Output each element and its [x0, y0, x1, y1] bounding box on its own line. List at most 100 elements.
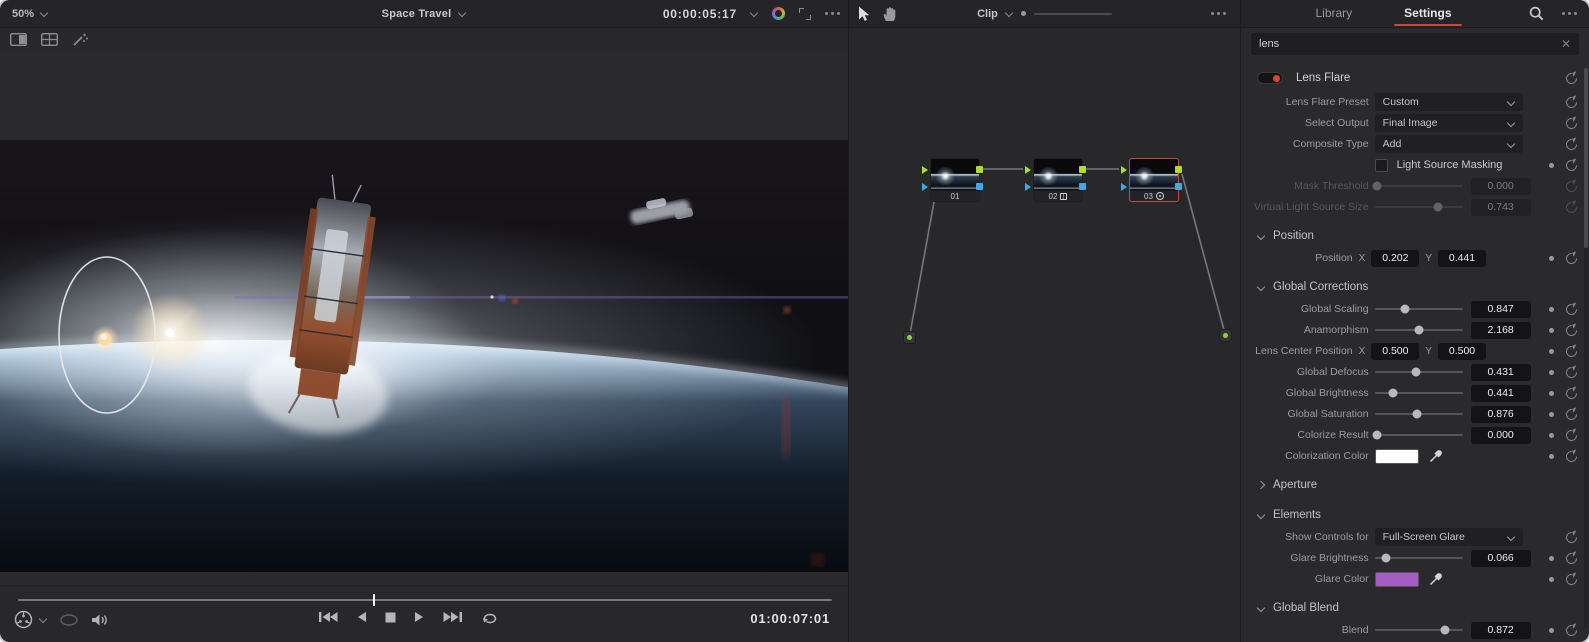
colorize-result-slider[interactable]: [1375, 428, 1463, 442]
reset-icon[interactable]: [1564, 199, 1580, 215]
inspector-options-menu[interactable]: [1562, 12, 1577, 15]
node-editor-options-menu[interactable]: [1211, 12, 1226, 15]
reset-icon[interactable]: [1564, 301, 1580, 317]
grid-view-icon[interactable]: [41, 33, 58, 46]
aux-port-icon[interactable]: [1175, 183, 1182, 190]
section-aperture[interactable]: Aperture: [1241, 474, 1589, 496]
reset-tool-icon[interactable]: [1564, 70, 1580, 86]
tab-library[interactable]: Library: [1311, 0, 1356, 27]
speaker-icon[interactable]: [91, 613, 108, 627]
loop-button[interactable]: [481, 610, 498, 624]
mask-port-icon[interactable]: [922, 183, 928, 191]
section-elements[interactable]: Elements: [1241, 504, 1589, 526]
timeline-scrubber[interactable]: [18, 599, 832, 601]
step-back-button[interactable]: [356, 611, 367, 623]
go-to-end-button[interactable]: [443, 611, 463, 623]
reset-icon[interactable]: [1564, 178, 1580, 194]
reset-icon[interactable]: [1564, 136, 1580, 152]
aux-port-icon[interactable]: [976, 183, 983, 190]
reset-icon[interactable]: [1564, 622, 1580, 638]
reset-icon[interactable]: [1564, 322, 1580, 338]
play-button[interactable]: [414, 611, 425, 623]
blend-slider[interactable]: [1375, 623, 1463, 637]
input-port-icon[interactable]: [1121, 166, 1127, 174]
reset-icon[interactable]: [1564, 157, 1580, 173]
keyframe-dot[interactable]: [1549, 328, 1554, 333]
lens-center-x-value[interactable]: 0.500: [1371, 343, 1419, 360]
virtual-light-source-size-value[interactable]: 0.743: [1471, 199, 1531, 216]
reset-icon[interactable]: [1564, 427, 1580, 443]
keyframe-dot[interactable]: [1549, 163, 1554, 168]
input-port-icon[interactable]: [922, 166, 928, 174]
global-scaling-value[interactable]: 0.847: [1471, 301, 1531, 318]
playhead[interactable]: [373, 594, 375, 606]
global-saturation-slider[interactable]: [1375, 407, 1463, 421]
tool-enable-toggle[interactable]: [1257, 72, 1283, 84]
preset-dropdown[interactable]: Custom: [1375, 93, 1523, 111]
split-view-icon[interactable]: [10, 33, 27, 46]
global-defocus-slider[interactable]: [1375, 365, 1463, 379]
reset-icon[interactable]: [1564, 550, 1580, 566]
color-wheel-icon[interactable]: [772, 7, 785, 20]
camera-lens-icon[interactable]: [14, 610, 33, 629]
section-global-corrections[interactable]: Global Corrections: [1241, 276, 1589, 298]
current-timecode[interactable]: 00:00:05:17: [663, 7, 737, 21]
reset-icon[interactable]: [1564, 529, 1580, 545]
viewer-options-menu[interactable]: [825, 12, 840, 15]
keyframe-dot[interactable]: [1549, 307, 1554, 312]
mask-port-icon[interactable]: [1025, 183, 1031, 191]
mask-port-icon[interactable]: [1121, 183, 1127, 191]
reset-icon[interactable]: [1564, 571, 1580, 587]
mask-threshold-slider[interactable]: [1375, 179, 1463, 193]
keyframe-dot[interactable]: [1549, 628, 1554, 633]
position-x-value[interactable]: 0.202: [1371, 250, 1419, 267]
global-brightness-value[interactable]: 0.441: [1471, 385, 1531, 402]
chevron-down-icon[interactable]: [751, 10, 758, 17]
node-01[interactable]: 01: [930, 158, 980, 202]
glare-color-swatch[interactable]: [1375, 572, 1419, 587]
input-port-icon[interactable]: [1025, 166, 1031, 174]
stop-button[interactable]: [385, 612, 396, 623]
global-brightness-slider[interactable]: [1375, 386, 1463, 400]
keyframe-dot[interactable]: [1549, 256, 1554, 261]
search-input[interactable]: lens ✕: [1251, 33, 1579, 55]
keyframe-dot[interactable]: [1549, 370, 1554, 375]
clear-search-icon[interactable]: ✕: [1561, 37, 1571, 51]
mask-threshold-value[interactable]: 0.000: [1471, 178, 1531, 195]
keyframe-dot[interactable]: [1549, 454, 1554, 459]
reset-icon[interactable]: [1564, 385, 1580, 401]
node-03-selected[interactable]: 03: [1129, 158, 1179, 202]
keyframe-dot[interactable]: [1549, 391, 1554, 396]
magic-wand-icon[interactable]: [72, 32, 89, 47]
node-02[interactable]: 02: [1033, 158, 1083, 202]
virtual-light-source-size-slider[interactable]: [1375, 200, 1463, 214]
keyframe-dot[interactable]: [1549, 349, 1554, 354]
reset-icon[interactable]: [1564, 94, 1580, 110]
reset-icon[interactable]: [1564, 406, 1580, 422]
section-global-blend[interactable]: Global Blend: [1241, 597, 1589, 619]
select-output-dropdown[interactable]: Final Image: [1375, 114, 1523, 132]
show-controls-for-dropdown[interactable]: Full-Screen Glare: [1375, 528, 1523, 546]
reset-icon[interactable]: [1564, 364, 1580, 380]
media-in-connector[interactable]: [903, 331, 916, 344]
reset-icon[interactable]: [1564, 250, 1580, 266]
aux-port-icon[interactable]: [1079, 183, 1086, 190]
clip-range-control[interactable]: Clip: [849, 8, 1240, 20]
lens-center-y-value[interactable]: 0.500: [1438, 343, 1486, 360]
expand-viewer-icon[interactable]: [799, 8, 811, 20]
section-position[interactable]: Position: [1241, 225, 1589, 247]
eyedropper-icon[interactable]: [1429, 572, 1443, 586]
colorization-color-swatch[interactable]: [1375, 449, 1419, 464]
reset-icon[interactable]: [1564, 448, 1580, 464]
tab-settings[interactable]: Settings: [1400, 0, 1455, 27]
eyedropper-icon[interactable]: [1429, 449, 1443, 463]
light-source-masking-checkbox[interactable]: [1375, 159, 1388, 172]
composite-type-dropdown[interactable]: Add: [1375, 135, 1523, 153]
mask-overlay-icon[interactable]: [60, 614, 78, 626]
keyframe-dot[interactable]: [1549, 412, 1554, 417]
reset-icon[interactable]: [1564, 115, 1580, 131]
keyframe-dot[interactable]: [1549, 556, 1554, 561]
go-to-start-button[interactable]: [318, 611, 338, 623]
position-y-value[interactable]: 0.441: [1438, 250, 1486, 267]
anamorphism-value[interactable]: 2.168: [1471, 322, 1531, 339]
